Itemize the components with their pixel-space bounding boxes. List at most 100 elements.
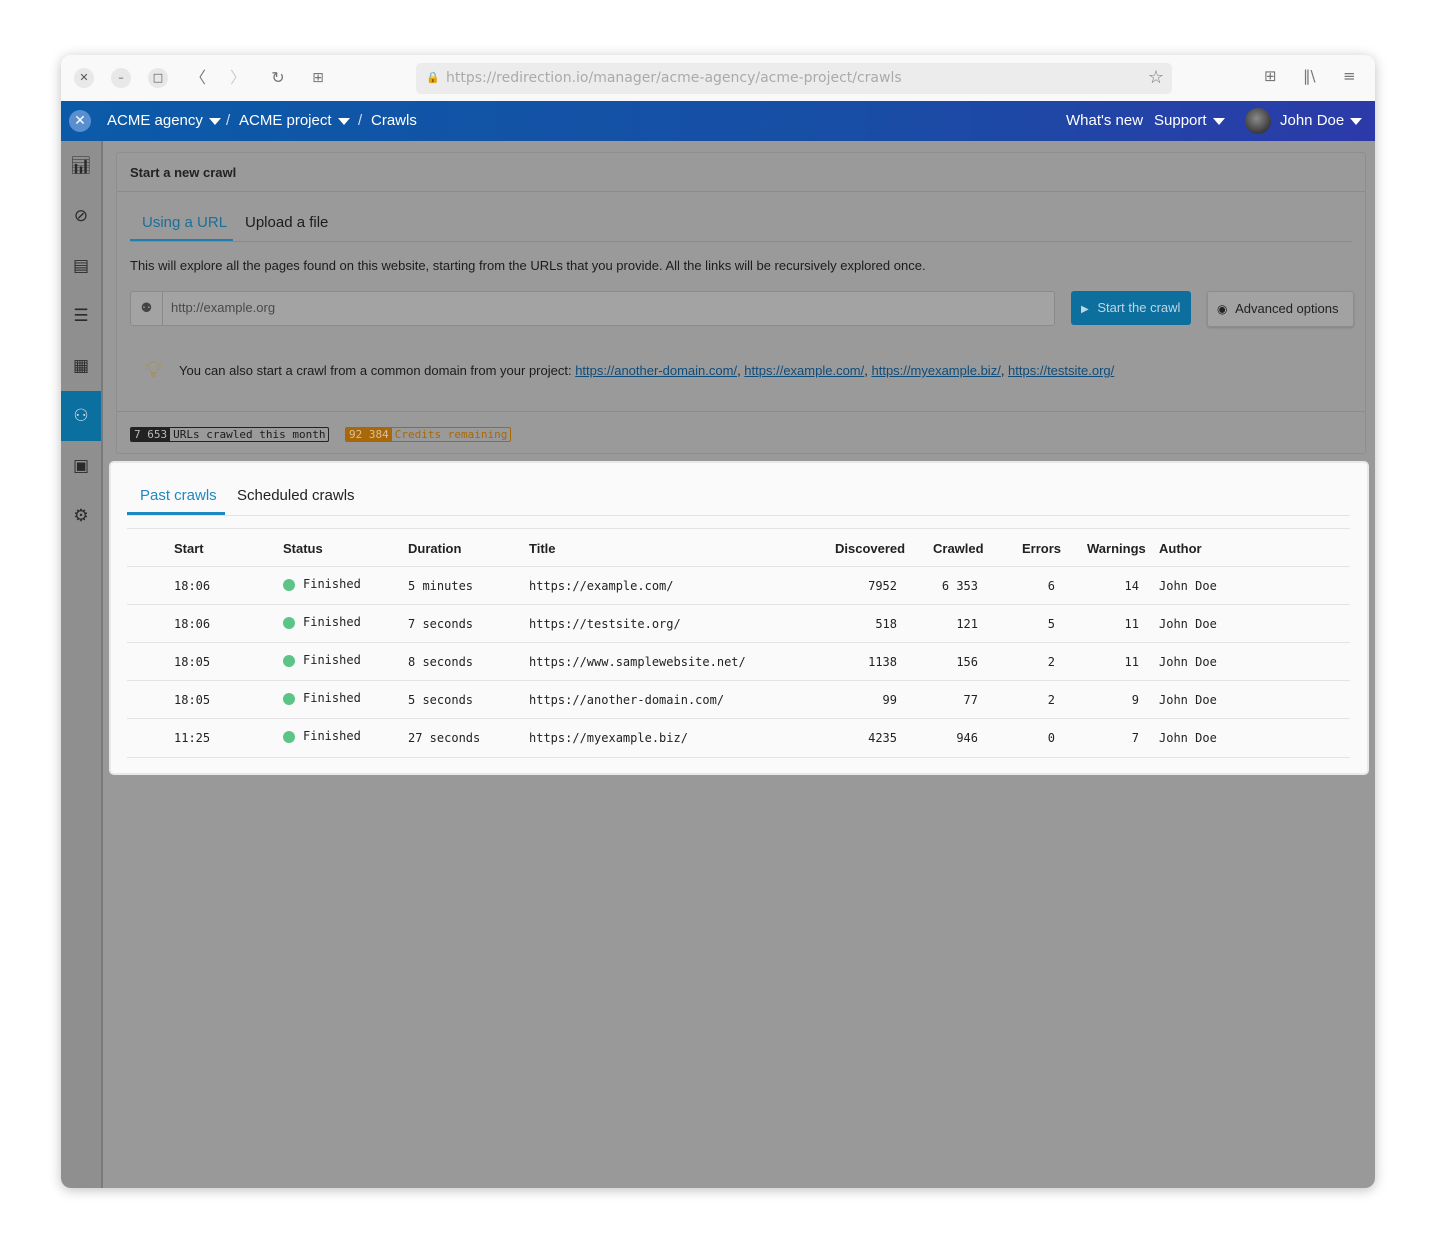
maximize-window-icon[interactable]: □ bbox=[148, 68, 168, 88]
menu-icon[interactable]: ≡ bbox=[1343, 67, 1356, 85]
table-row[interactable]: 18:05 Finished 5 seconds https://another… bbox=[127, 680, 1350, 719]
cell-author: John Doe bbox=[1159, 579, 1217, 593]
cell-duration: 5 seconds bbox=[408, 693, 474, 707]
reload-icon[interactable]: ↻ bbox=[267, 67, 289, 89]
cell-crawled: 6 353 bbox=[941, 579, 978, 593]
cell-author: John Doe bbox=[1159, 731, 1217, 745]
column-errors[interactable]: Errors bbox=[1022, 541, 1061, 556]
cell-duration: 5 minutes bbox=[408, 579, 474, 593]
domain-link-myexample[interactable]: https://myexample.biz/ bbox=[871, 363, 1000, 378]
cell-warnings: 11 bbox=[1124, 617, 1139, 631]
column-status[interactable]: Status bbox=[283, 541, 323, 556]
new-crawl-title: Start a new crawl bbox=[130, 165, 237, 180]
url-input-group: ⚉ bbox=[130, 291, 1055, 326]
cell-start: 11:25 bbox=[174, 731, 211, 745]
tab-past-crawls[interactable]: Past crawls bbox=[140, 487, 217, 504]
cell-title[interactable]: https://myexample.biz/ bbox=[529, 731, 688, 745]
domain-link-another-domain[interactable]: https://another-domain.com/ bbox=[575, 363, 737, 378]
instances-icon[interactable]: ▦ bbox=[61, 341, 101, 391]
cell-status: Finished bbox=[303, 691, 361, 705]
cell-status: Finished bbox=[303, 653, 361, 667]
card-footer-divider bbox=[117, 411, 1365, 412]
column-title[interactable]: Title bbox=[529, 541, 556, 556]
cell-discovered: 4235 bbox=[868, 731, 897, 745]
hint-text: You can also start a crawl from a common… bbox=[179, 363, 572, 378]
library-icon[interactable]: ‖\ bbox=[1303, 67, 1316, 85]
column-start[interactable]: Start bbox=[174, 541, 204, 556]
project-switcher[interactable]: ACME project bbox=[239, 112, 350, 129]
minimize-window-icon[interactable]: – bbox=[111, 68, 131, 88]
credits-badge: 92 384 Credits remaining bbox=[345, 427, 512, 442]
table-row[interactable]: 18:05 Finished 8 seconds https://www.sam… bbox=[127, 642, 1350, 681]
reader-view-icon[interactable]: ⊞ bbox=[307, 67, 329, 89]
rules-icon[interactable]: ⊘ bbox=[61, 191, 101, 241]
column-duration[interactable]: Duration bbox=[408, 541, 461, 556]
cell-start: 18:06 bbox=[174, 617, 211, 631]
whats-new-link[interactable]: What's new bbox=[1066, 112, 1143, 129]
project-name: ACME project bbox=[239, 112, 332, 129]
status-finished-icon bbox=[283, 655, 295, 667]
cell-title[interactable]: https://example.com/ bbox=[529, 579, 674, 593]
column-warnings[interactable]: Warnings bbox=[1087, 541, 1146, 556]
address-bar[interactable]: 🔒 https://redirection.io/manager/acme-ag… bbox=[416, 63, 1172, 94]
close-window-icon[interactable]: ✕ bbox=[74, 68, 94, 88]
user-menu[interactable]: John Doe bbox=[1280, 112, 1363, 129]
eye-icon: ◉ bbox=[1217, 302, 1228, 316]
org-switcher[interactable]: ACME agency bbox=[107, 112, 221, 129]
cell-warnings: 7 bbox=[1131, 731, 1139, 745]
column-crawled[interactable]: Crawled bbox=[933, 541, 984, 556]
robot-icon: ⚉ bbox=[131, 292, 163, 325]
tab-upload-file[interactable]: Upload a file bbox=[245, 214, 328, 231]
cell-title[interactable]: https://testsite.org/ bbox=[529, 617, 681, 631]
table-row[interactable]: 11:25 Finished 27 seconds https://myexam… bbox=[127, 718, 1350, 758]
urls-crawled-badge: 7 653 URLs crawled this month bbox=[130, 427, 330, 442]
cell-title[interactable]: https://another-domain.com/ bbox=[529, 693, 724, 707]
start-url-input[interactable] bbox=[171, 300, 1031, 315]
analytics-icon[interactable]: 📊︎ bbox=[61, 141, 101, 191]
chevron-down-icon bbox=[208, 117, 221, 125]
cell-crawled: 946 bbox=[956, 731, 978, 745]
checklist-icon[interactable]: ☰ bbox=[61, 291, 101, 341]
tab-using-url[interactable]: Using a URL bbox=[142, 214, 227, 231]
cell-warnings: 11 bbox=[1124, 655, 1139, 669]
cell-errors: 5 bbox=[1047, 617, 1055, 631]
cell-duration: 27 seconds bbox=[408, 731, 481, 745]
crawler-icon[interactable]: ⚇ bbox=[61, 391, 101, 441]
support-label: Support bbox=[1154, 112, 1207, 129]
table-row[interactable]: 18:06 Finished 5 minutes https://example… bbox=[127, 566, 1350, 605]
reports-icon[interactable]: ▣ bbox=[61, 441, 101, 491]
domain-link-testsite[interactable]: https://testsite.org/ bbox=[1008, 363, 1114, 378]
urls-crawled-count: 7 653 bbox=[131, 428, 171, 441]
browser-window: ✕ – □ 〈 〉 ↻ ⊞ 🔒 https://redirection.io/m… bbox=[61, 55, 1375, 1188]
back-icon[interactable]: 〈 bbox=[187, 67, 209, 89]
settings-icon[interactable]: ⚙ bbox=[61, 491, 101, 541]
column-discovered[interactable]: Discovered bbox=[835, 541, 905, 556]
status-finished-icon bbox=[283, 693, 295, 705]
tab-scheduled-crawls[interactable]: Scheduled crawls bbox=[237, 487, 355, 504]
redirection-logo-icon[interactable]: ✕ bbox=[69, 110, 91, 132]
extensions-icon[interactable]: ⊞ bbox=[1264, 67, 1277, 85]
domain-link-example[interactable]: https://example.com/ bbox=[744, 363, 864, 378]
cell-title[interactable]: https://www.samplewebsite.net/ bbox=[529, 655, 746, 669]
bookmark-star-icon[interactable]: ☆ bbox=[1148, 67, 1164, 88]
status-finished-icon bbox=[283, 579, 295, 591]
column-author[interactable]: Author bbox=[1159, 541, 1202, 556]
logs-icon[interactable]: ▤ bbox=[61, 241, 101, 291]
cell-errors: 2 bbox=[1047, 655, 1055, 669]
table-row[interactable]: 18:06 Finished 7 seconds https://testsit… bbox=[127, 604, 1350, 643]
user-name: John Doe bbox=[1280, 112, 1345, 129]
cell-discovered: 99 bbox=[882, 693, 897, 707]
avatar[interactable] bbox=[1245, 108, 1271, 134]
support-menu[interactable]: Support bbox=[1154, 112, 1225, 129]
cell-status: Finished bbox=[303, 729, 361, 743]
cell-warnings: 9 bbox=[1131, 693, 1139, 707]
org-name: ACME agency bbox=[107, 112, 203, 129]
cell-status: Finished bbox=[303, 615, 361, 629]
start-crawl-button[interactable]: ▶ Start the crawl bbox=[1071, 291, 1191, 325]
breadcrumb-current-page: Crawls bbox=[371, 112, 417, 129]
breadcrumb-separator: / bbox=[226, 112, 231, 129]
urls-crawled-label: URLs crawled this month bbox=[173, 428, 326, 441]
cell-duration: 8 seconds bbox=[408, 655, 474, 669]
advanced-options-button[interactable]: ◉ Advanced options bbox=[1207, 291, 1354, 327]
forward-icon[interactable]: 〉 bbox=[227, 67, 249, 89]
